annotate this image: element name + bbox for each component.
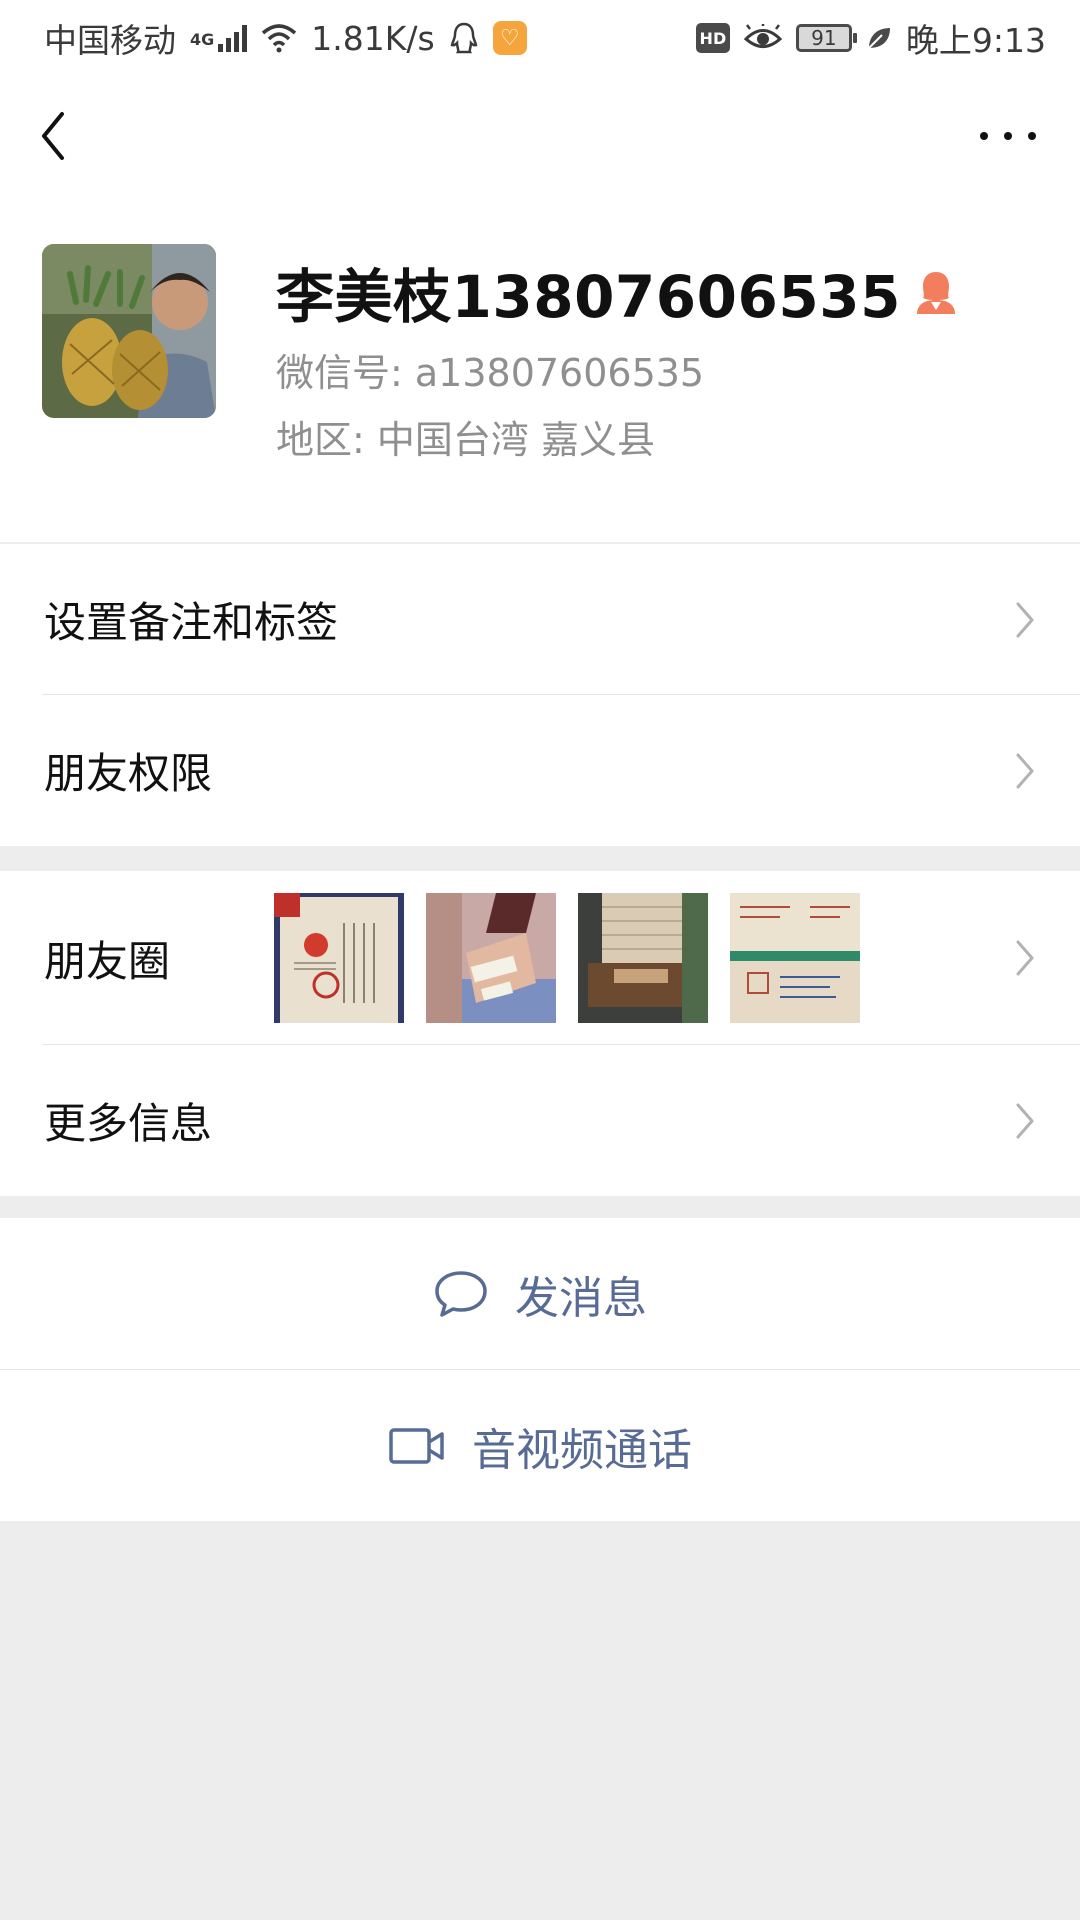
video-call-label: 音视频通话	[472, 1424, 692, 1476]
contact-name: 李美枝13807606535	[276, 263, 901, 331]
chevron-right-icon	[1016, 602, 1034, 637]
friend-permissions-label: 朋友权限	[44, 749, 213, 798]
moments-thumbnail	[730, 893, 860, 1023]
carrier-name: 中国移动	[44, 21, 176, 60]
more-info-label: 更多信息	[44, 1099, 213, 1148]
region: 地区: 中国台湾 嘉义县	[276, 418, 655, 462]
video-call-button[interactable]: 音视频通话	[0, 1370, 1080, 1521]
video-camera-icon	[388, 1426, 446, 1466]
hd-icon: HD	[695, 23, 730, 53]
moments-item[interactable]: 朋友圈	[0, 871, 1080, 1045]
avatar[interactable]	[42, 244, 216, 418]
chevron-right-icon	[1016, 753, 1034, 788]
eye-icon	[743, 24, 782, 52]
more-info-item[interactable]: 更多信息	[0, 1045, 1080, 1196]
qq-icon	[449, 21, 479, 55]
more-icon[interactable]	[980, 126, 1036, 146]
friend-permissions-item[interactable]: 朋友权限	[0, 695, 1080, 846]
moments-thumbnail	[274, 893, 404, 1023]
moments-thumbnails	[274, 893, 860, 1023]
female-icon	[915, 270, 957, 314]
clock-time: 晚上9:13	[905, 21, 1046, 60]
status-bar: 中国移动 4G 1.81K/s ♡ HD 91 晚上9:13	[0, 0, 1080, 76]
send-message-label: 发消息	[515, 1272, 647, 1324]
battery-icon: 91	[795, 24, 857, 52]
name-row: 李美枝13807606535	[276, 250, 957, 334]
chevron-right-icon	[1016, 940, 1034, 976]
remark-and-tags-item[interactable]: 设置备注和标签	[0, 544, 1080, 695]
network-type: 4G	[190, 30, 215, 49]
moments-thumbnail	[578, 893, 708, 1023]
moments-thumbnail	[426, 893, 556, 1023]
wechat-id: 微信号: a13807606535	[276, 351, 705, 395]
settings-group: 设置备注和标签 朋友权限	[0, 544, 1080, 846]
app-badge-icon: ♡	[492, 21, 527, 55]
status-bar-left: 中国移动 4G 1.81K/s ♡	[44, 14, 527, 62]
send-message-button[interactable]: 发消息	[0, 1218, 1080, 1369]
moments-label: 朋友圈	[44, 936, 171, 986]
chevron-right-icon	[1016, 1103, 1034, 1138]
signal-icon	[218, 24, 248, 52]
network-speed: 1.81K/s	[311, 18, 435, 58]
leaf-icon	[866, 25, 892, 51]
moments-group: 朋友圈 更多信息	[0, 871, 1080, 1196]
back-chevron-icon[interactable]	[34, 106, 74, 166]
status-bar-right: HD 91 晚上9:13	[695, 14, 1046, 62]
battery-level: 91	[811, 26, 837, 50]
chat-bubble-icon	[433, 1269, 489, 1319]
remark-and-tags-label: 设置备注和标签	[44, 598, 339, 647]
wifi-icon	[261, 23, 297, 53]
profile-header: 李美枝13807606535 微信号: a13807606535 地区: 中国台…	[0, 202, 1080, 542]
navigation-bar	[0, 76, 1080, 202]
